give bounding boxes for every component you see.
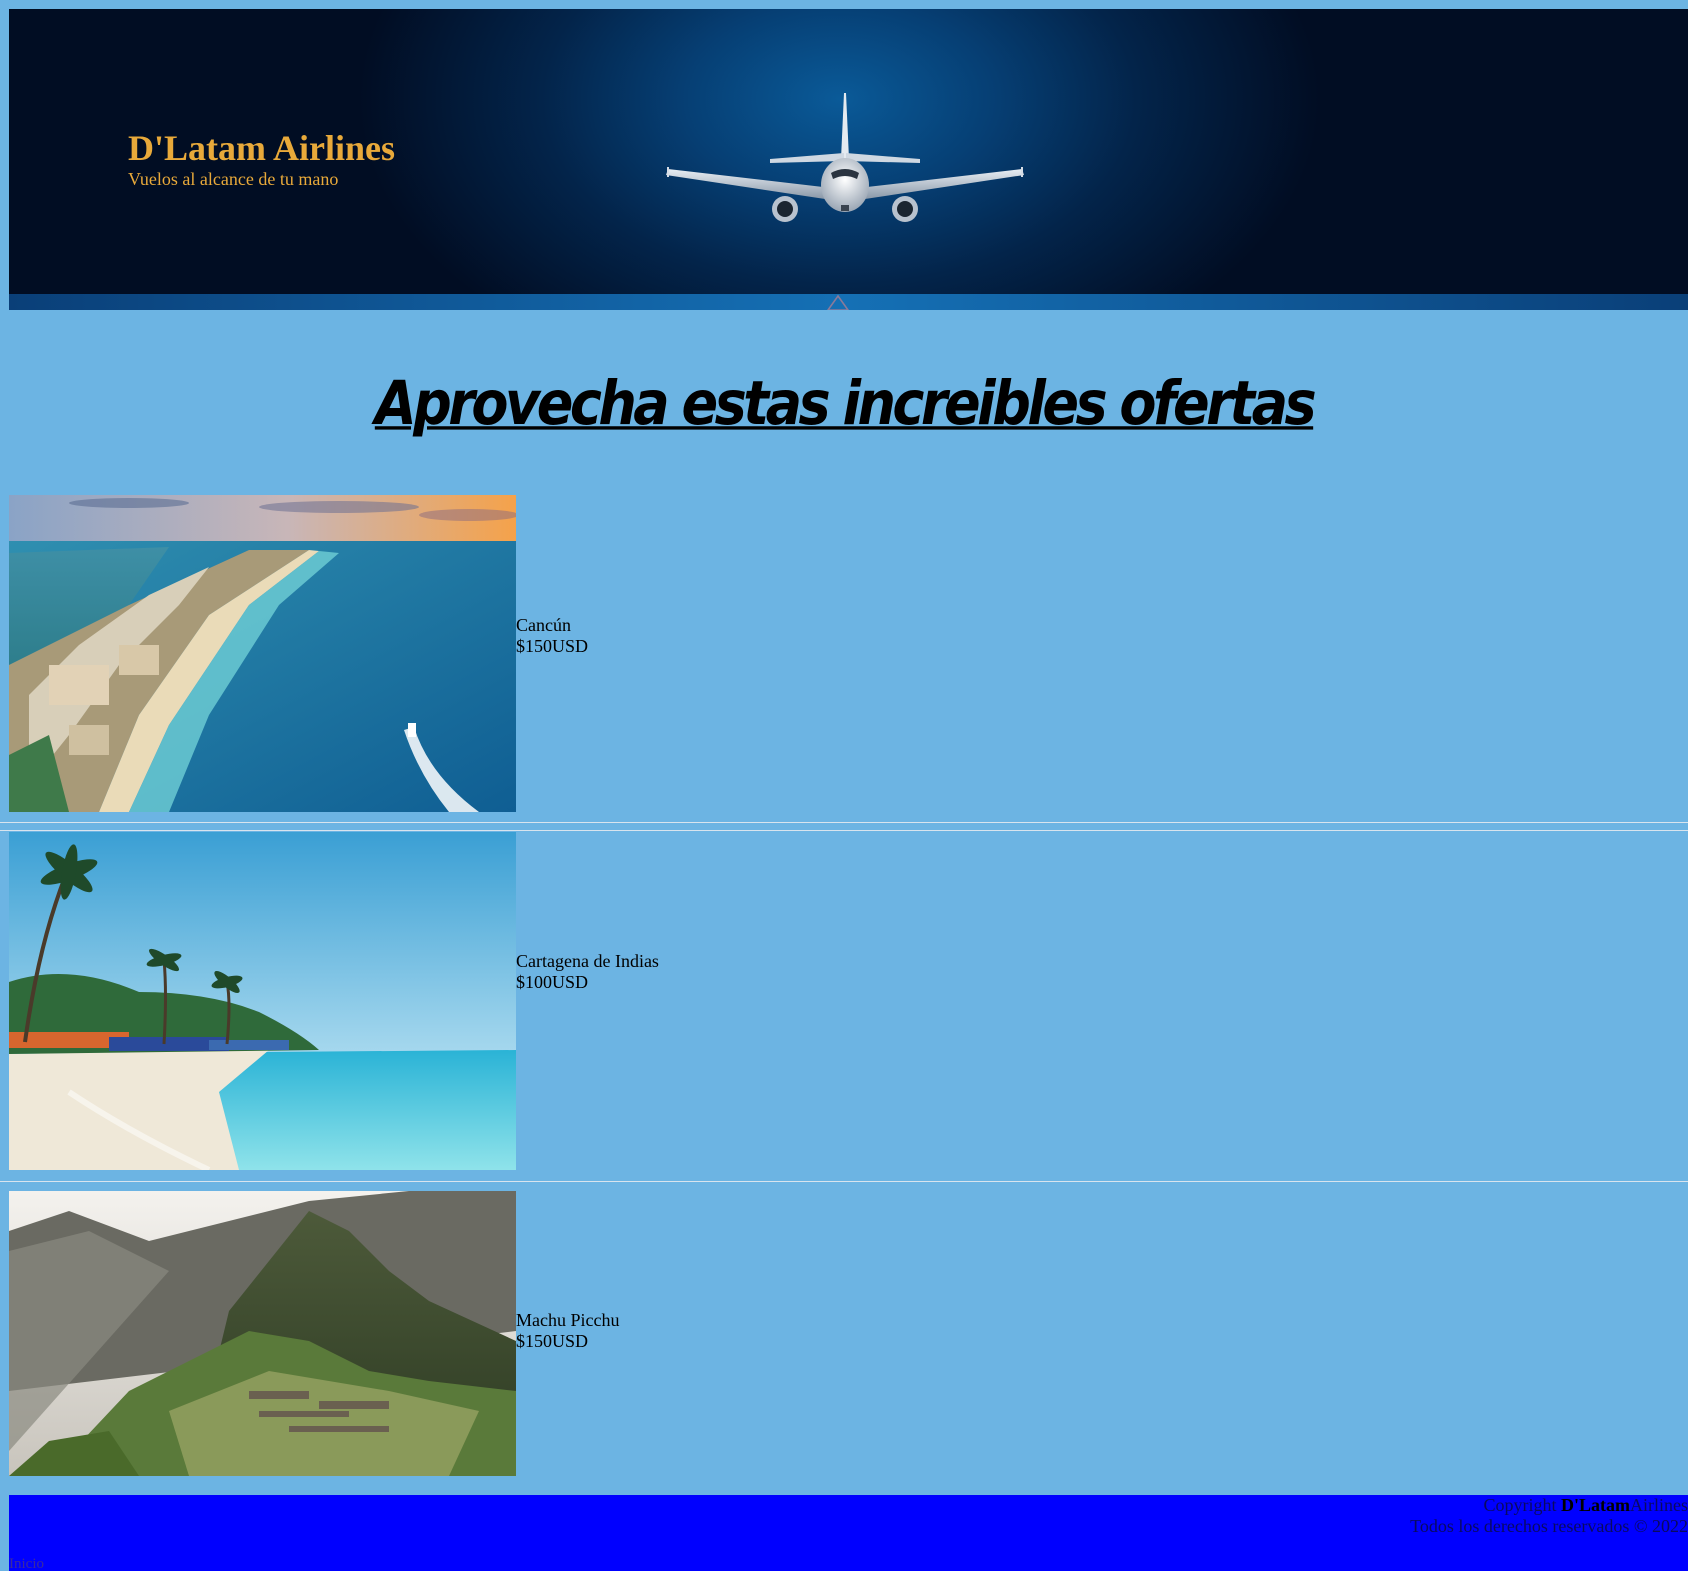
offer-image-machu-picchu[interactable] [9,1191,516,1476]
page: D'Latam Airlines Vuelos al alcance de tu… [0,0,1688,1571]
offer-destination: Cancún [516,615,571,635]
offer-divider [0,822,1688,823]
offer-destination: Cartagena de Indias [516,951,659,971]
offers-headline: Aprovecha estas increibles ofertas [374,368,1317,439]
offer-info-cartagena: Cartagena de Indias $100USD [516,951,659,993]
rights-line: Todos los derechos reservados © 2022 [1410,1516,1688,1536]
brand-tagline: Vuelos al alcance de tu mano [128,169,339,189]
triangle-up-icon[interactable] [826,294,850,310]
home-link[interactable]: Inicio [9,1556,44,1571]
offer-divider [0,830,1688,831]
copyright-prefix: Copyright [1483,1495,1557,1515]
offer-divider [0,1181,1688,1182]
copyright-line: Copyright D'LatamAirlines [1410,1495,1688,1516]
footer-copyright: Copyright D'LatamAirlines Todos los dere… [1410,1495,1688,1537]
offer-price: $150USD [516,636,589,656]
copyright-suffix: Airlines [1630,1495,1688,1515]
offer-price: $150USD [516,1331,589,1351]
site-header: D'Latam Airlines Vuelos al alcance de tu… [9,9,1688,294]
offer-info-machu-picchu: Machu Picchu $150USD [516,1310,619,1352]
offer-info-cancun: Cancún $150USD [516,615,588,657]
offer-price: $100USD [516,972,589,992]
offer-image-cancun[interactable] [9,495,516,812]
brand-title: D'Latam Airlines [128,128,395,168]
offer-image-cartagena[interactable] [9,832,516,1170]
site-footer: Copyright D'LatamAirlines Todos los dere… [9,1495,1688,1571]
offer-destination: Machu Picchu [516,1310,620,1330]
airplane-illustration [666,93,1024,222]
copyright-brand: D'Latam [1561,1495,1630,1515]
